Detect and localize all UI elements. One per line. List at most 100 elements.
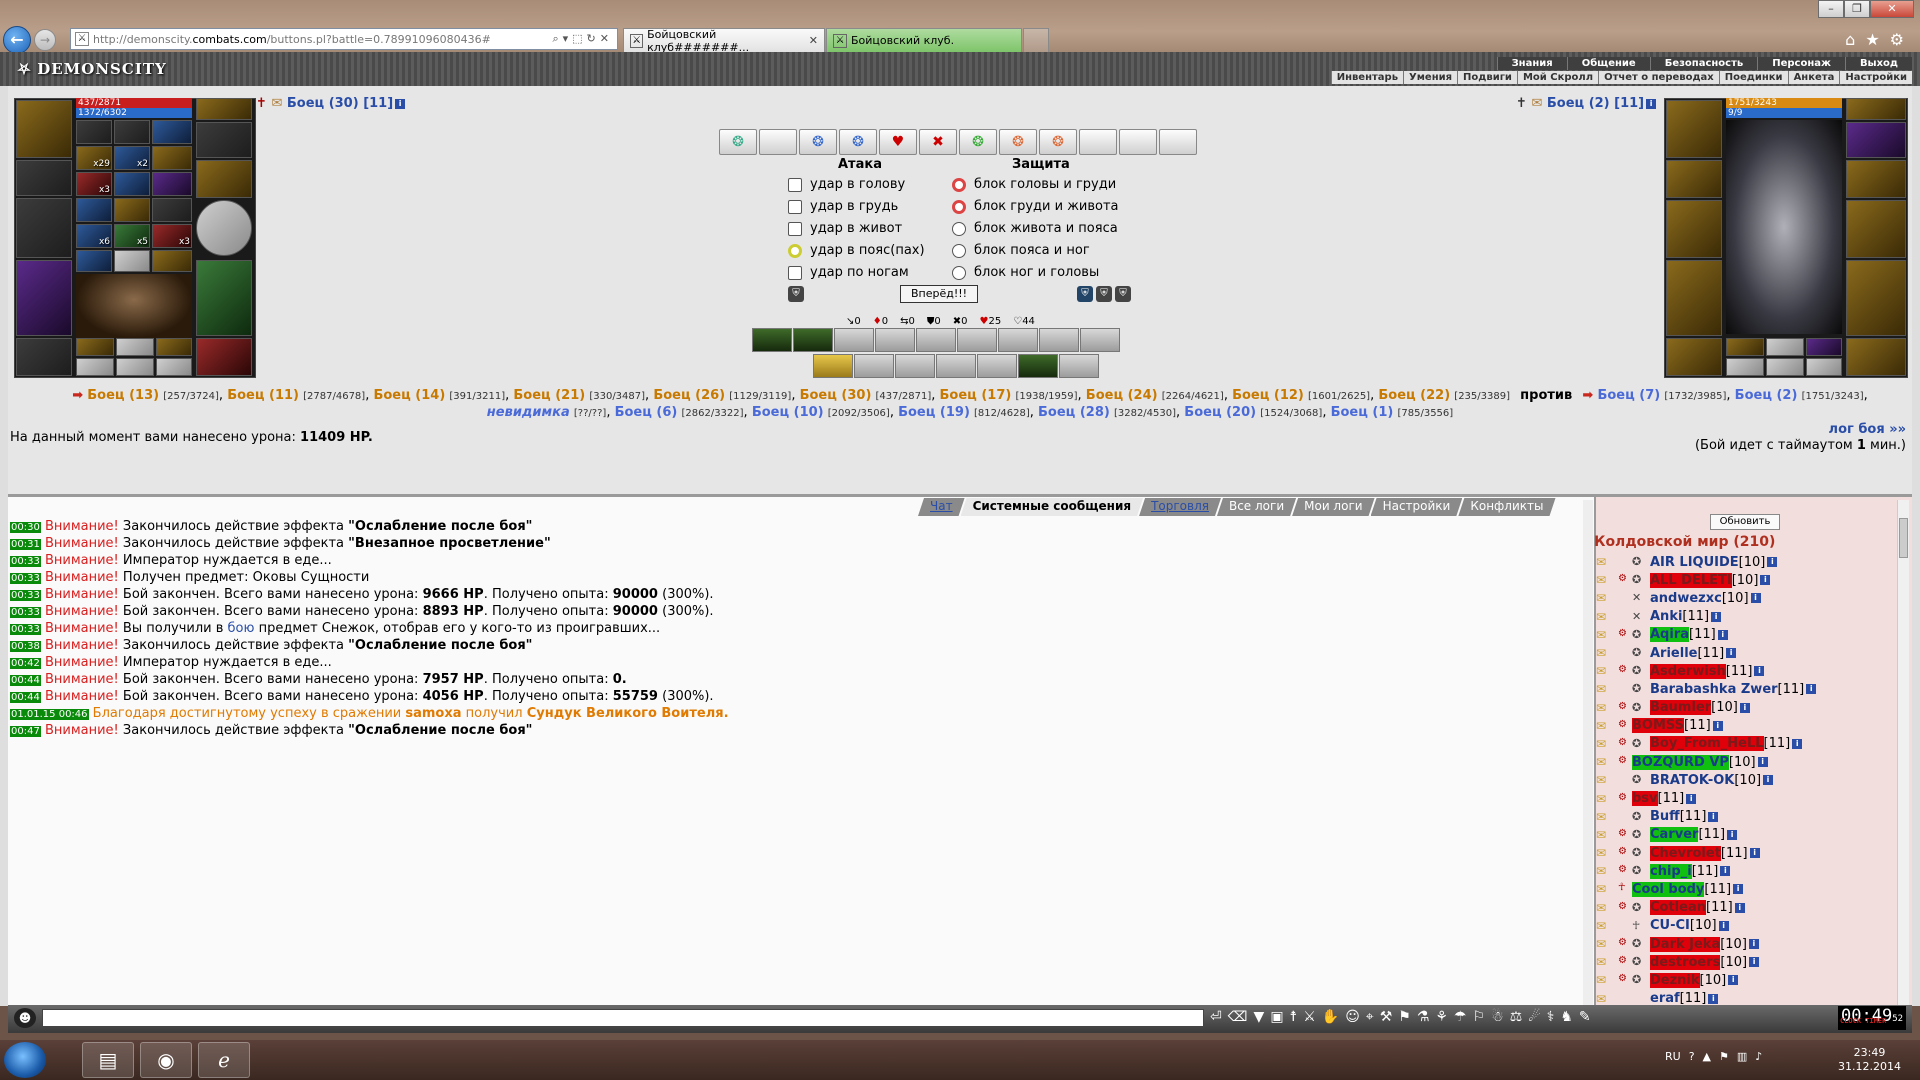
action-icon[interactable]: ☃: [1491, 1009, 1504, 1025]
user-name[interactable]: Aqira: [1650, 627, 1690, 643]
tab-chat[interactable]: Чат: [918, 498, 965, 516]
sword-icon[interactable]: ⚔: [1303, 1009, 1316, 1025]
save-icon[interactable]: ▣: [1270, 1009, 1283, 1025]
new-tab-button[interactable]: [1023, 28, 1049, 52]
team2-fighter[interactable]: невидимка: [487, 405, 570, 420]
action-icon[interactable]: ☂: [1454, 1009, 1467, 1025]
item-slot[interactable]: [114, 250, 150, 272]
item-slot[interactable]: x29: [76, 146, 112, 170]
menu-item-security[interactable]: Безопасность: [1649, 57, 1758, 70]
private-message-icon[interactable]: ✉: [1596, 682, 1618, 696]
forward-button[interactable]: Вперёд!!!: [900, 285, 978, 303]
spell-button[interactable]: ❂: [999, 129, 1037, 155]
taskbar-clock[interactable]: 23:49 31.12.2014: [1838, 1046, 1901, 1074]
shield-slot[interactable]: [196, 200, 252, 256]
team2-fighter[interactable]: Боец (7): [1597, 388, 1660, 403]
private-message-icon[interactable]: ✉: [1596, 555, 1618, 569]
private-message-icon[interactable]: ✉: [1596, 901, 1618, 915]
item-slot[interactable]: [1726, 358, 1764, 376]
item-slot[interactable]: [116, 338, 154, 356]
list-item[interactable]: ✉ ⚙ ✪ Deznik [10] i: [1596, 971, 1896, 989]
skill-icon[interactable]: [752, 328, 792, 352]
item-slot[interactable]: [76, 358, 114, 376]
smiley-icon[interactable]: ☻: [14, 1008, 36, 1028]
team1-fighter[interactable]: Боец (24): [1086, 388, 1158, 403]
item-slot[interactable]: [152, 146, 192, 170]
user-name[interactable]: CU-CI: [1650, 918, 1690, 933]
search-refresh-icons[interactable]: ⌕▾⬚↻✕: [552, 32, 617, 46]
team2-fighter[interactable]: Боец (20): [1184, 405, 1256, 420]
info-icon[interactable]: i: [1686, 793, 1697, 804]
user-name[interactable]: Baumler: [1650, 700, 1712, 716]
list-item[interactable]: ✉ ⚙ ✪ Chevrolet [11] i: [1596, 844, 1896, 862]
user-name[interactable]: Chevrolet: [1650, 845, 1721, 861]
list-item[interactable]: ✉ ✕ andwezxc [10] i: [1596, 589, 1896, 607]
empty-slot-button[interactable]: [1079, 129, 1117, 155]
user-name[interactable]: BOZQURD VP: [1632, 754, 1729, 770]
boots-slot[interactable]: [1666, 338, 1722, 376]
list-item[interactable]: ✉ ⚙ ✪ Aqira [11] i: [1596, 626, 1896, 644]
shield-icon[interactable]: ⛨: [1096, 286, 1112, 302]
action-icon[interactable]: ⚗: [1417, 1009, 1430, 1025]
team1-fighter[interactable]: Боец (17): [940, 388, 1012, 403]
private-message-icon[interactable]: ✉: [1596, 664, 1618, 678]
user-name[interactable]: Deznik: [1650, 972, 1700, 988]
boots-slot[interactable]: [16, 338, 72, 376]
list-item[interactable]: ✉ ⚙ ✪ ALL DELETI [10] i: [1596, 571, 1896, 589]
private-message-icon[interactable]: ✉: [1596, 792, 1618, 806]
spell-button[interactable]: ❂: [799, 129, 837, 155]
skill-icon[interactable]: [957, 328, 997, 352]
start-button[interactable]: [4, 1042, 46, 1078]
item-slot[interactable]: [76, 120, 112, 144]
message-time[interactable]: 00:33: [10, 590, 41, 601]
private-message-icon[interactable]: ✉: [1596, 628, 1618, 642]
scroll-thumb[interactable]: [1899, 518, 1908, 558]
list-item[interactable]: ✉ ⚙ bsv [11] i: [1596, 789, 1896, 807]
private-message-icon[interactable]: ✉: [1596, 810, 1618, 824]
team2-fighter[interactable]: Боец (19): [898, 405, 970, 420]
info-icon[interactable]: i: [1763, 775, 1774, 786]
weapon-slot[interactable]: [1846, 200, 1906, 258]
user-name[interactable]: Cotlean: [1650, 900, 1706, 916]
item-slot[interactable]: [152, 120, 192, 144]
private-message-icon[interactable]: ✉: [1596, 755, 1618, 769]
item-slot[interactable]: [196, 338, 252, 376]
gloves-slot[interactable]: [1666, 160, 1722, 198]
user-name[interactable]: eraf: [1650, 991, 1680, 1006]
skill-icon[interactable]: [1080, 328, 1120, 352]
address-bar[interactable]: ⚔ http://demonscity. combats.com/buttons.…: [70, 28, 618, 50]
message-time[interactable]: 00:33: [10, 573, 41, 584]
team2-fighter[interactable]: Боец (10): [752, 405, 824, 420]
item-slot[interactable]: [114, 198, 150, 222]
item-slot[interactable]: [76, 338, 114, 356]
radio-button-selected[interactable]: [952, 199, 966, 214]
amulet-slot[interactable]: [1846, 98, 1906, 120]
item-slot[interactable]: [1806, 358, 1842, 376]
item-slot[interactable]: [1806, 338, 1842, 356]
menu-item-character[interactable]: Персонаж: [1757, 57, 1845, 70]
message-time[interactable]: 00:33: [10, 624, 41, 635]
empty-slot-button[interactable]: [1159, 129, 1197, 155]
helmet-slot[interactable]: [16, 100, 72, 158]
submenu-transfer-report[interactable]: Отчет о переводах: [1598, 71, 1719, 84]
info-icon[interactable]: i: [1712, 720, 1723, 731]
list-item[interactable]: ✉ ⚙ ✪ Asderwish [11] i: [1596, 662, 1896, 680]
item-slot[interactable]: [76, 198, 112, 222]
action-icon[interactable]: ⚒: [1380, 1009, 1393, 1025]
info-icon[interactable]: i: [1806, 684, 1817, 695]
message-time[interactable]: 00:44: [10, 692, 41, 703]
private-message-icon[interactable]: ✉: [1596, 973, 1618, 987]
refresh-button[interactable]: Обновить: [1710, 514, 1780, 530]
weapon-slot[interactable]: [16, 160, 72, 196]
info-icon[interactable]: i: [1767, 557, 1778, 568]
info-icon[interactable]: i: [1720, 866, 1731, 877]
radio-button[interactable]: [788, 199, 802, 214]
private-message-icon[interactable]: ✉: [1596, 773, 1618, 787]
item-slot[interactable]: [1766, 338, 1804, 356]
submenu-profile[interactable]: Анкета: [1787, 71, 1840, 84]
defense-option-5[interactable]: блок ног и головы: [952, 265, 1099, 280]
submenu-settings[interactable]: Настройки: [1839, 71, 1912, 84]
user-name[interactable]: Asderwish: [1650, 663, 1726, 679]
info-icon[interactable]: i: [395, 98, 406, 109]
info-icon[interactable]: i: [1711, 611, 1722, 622]
